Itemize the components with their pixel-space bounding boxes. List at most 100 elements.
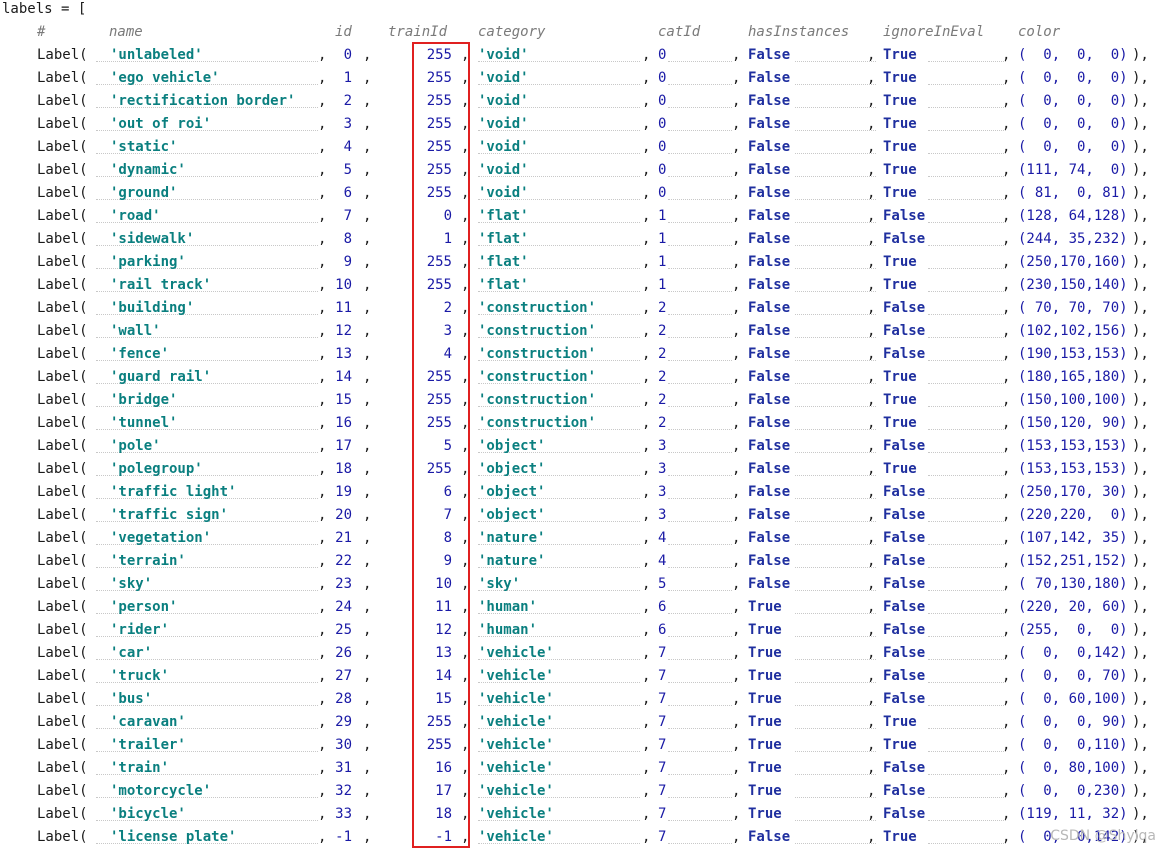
row-close: ), [1132, 783, 1149, 799]
separator: , [1002, 461, 1011, 477]
label-ignoreineval: False [883, 484, 926, 500]
label-catid: 7 [658, 806, 667, 822]
comment-hash: # [37, 24, 46, 40]
code-first-line: labels = [ [0, 0, 86, 21]
whitespace-dots [795, 498, 876, 499]
whitespace-dots [668, 751, 732, 752]
label-id: 18 [335, 461, 352, 477]
separator: , [1002, 415, 1011, 431]
separator: , [1002, 231, 1011, 247]
label-id: 5 [343, 162, 352, 178]
whitespace-dots [928, 314, 1006, 315]
label-name: 'building' [110, 300, 195, 316]
separator: , [318, 507, 327, 523]
separator: , [318, 530, 327, 546]
separator: , [732, 806, 741, 822]
label-id: 32 [335, 783, 352, 799]
label-color: (128, 64,128) [1018, 208, 1128, 224]
label-catid: 5 [658, 576, 667, 592]
label-color: ( 0, 0,110) [1018, 737, 1128, 753]
label-color: (190,153,153) [1018, 346, 1128, 362]
whitespace-dots [668, 268, 732, 269]
label-hasinstances: True [748, 622, 782, 638]
header-id: id [335, 24, 352, 40]
separator: , [867, 346, 876, 362]
whitespace-dots [928, 567, 1006, 568]
whitespace-dots [668, 774, 732, 775]
label-color: (111, 74, 0) [1018, 162, 1128, 178]
row-close: ), [1132, 254, 1149, 270]
separator: , [732, 300, 741, 316]
whitespace-dots [795, 61, 876, 62]
separator: , [363, 438, 372, 454]
label-id: 4 [343, 139, 352, 155]
label-hasinstances: False [748, 415, 791, 431]
whitespace-dots [668, 843, 732, 844]
whitespace-dots [795, 705, 876, 706]
label-hasinstances: False [748, 369, 791, 385]
separator: , [642, 277, 651, 293]
label-name: 'pole' [110, 438, 161, 454]
separator: , [363, 47, 372, 63]
label-category: 'object' [478, 484, 546, 500]
separator: , [1002, 645, 1011, 661]
whitespace-dots [795, 268, 876, 269]
separator: , [867, 300, 876, 316]
label-hasinstances: True [748, 737, 782, 753]
whitespace-dots [928, 475, 1006, 476]
whitespace-dots [668, 613, 732, 614]
label-name: 'vegetation' [110, 530, 212, 546]
label-hasinstances: True [748, 806, 782, 822]
whitespace-dots [795, 429, 876, 430]
whitespace-dots [668, 728, 732, 729]
separator: , [867, 806, 876, 822]
separator: , [1002, 277, 1011, 293]
separator: , [1002, 162, 1011, 178]
label-category: 'vehicle' [478, 829, 554, 845]
label-hasinstances: False [748, 438, 791, 454]
separator: , [732, 208, 741, 224]
whitespace-dots [928, 406, 1006, 407]
label-color: ( 81, 0, 81) [1018, 185, 1128, 201]
row-close: ), [1132, 484, 1149, 500]
label-id: 11 [335, 300, 352, 316]
label-hasinstances: True [748, 783, 782, 799]
column-header-comment: # name id trainId category catId hasInst… [0, 21, 1060, 44]
label-constructor: Label( [37, 783, 88, 799]
label-constructor: Label( [37, 47, 88, 63]
separator: , [318, 116, 327, 132]
separator: , [867, 277, 876, 293]
label-name: 'train' [110, 760, 170, 776]
separator: , [867, 714, 876, 730]
separator: , [732, 645, 741, 661]
separator: , [642, 507, 651, 523]
separator: , [1002, 783, 1011, 799]
whitespace-dots [668, 705, 732, 706]
separator: , [642, 806, 651, 822]
separator: , [318, 277, 327, 293]
label-color: (152,251,152) [1018, 553, 1128, 569]
label-name: 'trailer' [110, 737, 186, 753]
label-id: 2 [343, 93, 352, 109]
label-name: 'road' [110, 208, 161, 224]
separator: , [732, 438, 741, 454]
separator: , [642, 829, 651, 845]
separator: , [1002, 760, 1011, 776]
label-name: 'rectification border' [110, 93, 296, 109]
separator: , [732, 162, 741, 178]
label-name: 'static' [110, 139, 178, 155]
separator: , [732, 691, 741, 707]
label-constructor: Label( [37, 737, 88, 753]
label-color: ( 0, 60,100) [1018, 691, 1128, 707]
separator: , [732, 346, 741, 362]
code-editor: labels = [ # name id trainId category ca… [0, 0, 1164, 852]
whitespace-dots [795, 475, 876, 476]
label-constructor: Label( [37, 415, 88, 431]
separator: , [318, 47, 327, 63]
label-catid: 2 [658, 392, 667, 408]
row-close: ), [1132, 369, 1149, 385]
label-color: ( 0, 0, 90) [1018, 714, 1128, 730]
separator: , [867, 47, 876, 63]
separator: , [1002, 70, 1011, 86]
label-catid: 7 [658, 783, 667, 799]
